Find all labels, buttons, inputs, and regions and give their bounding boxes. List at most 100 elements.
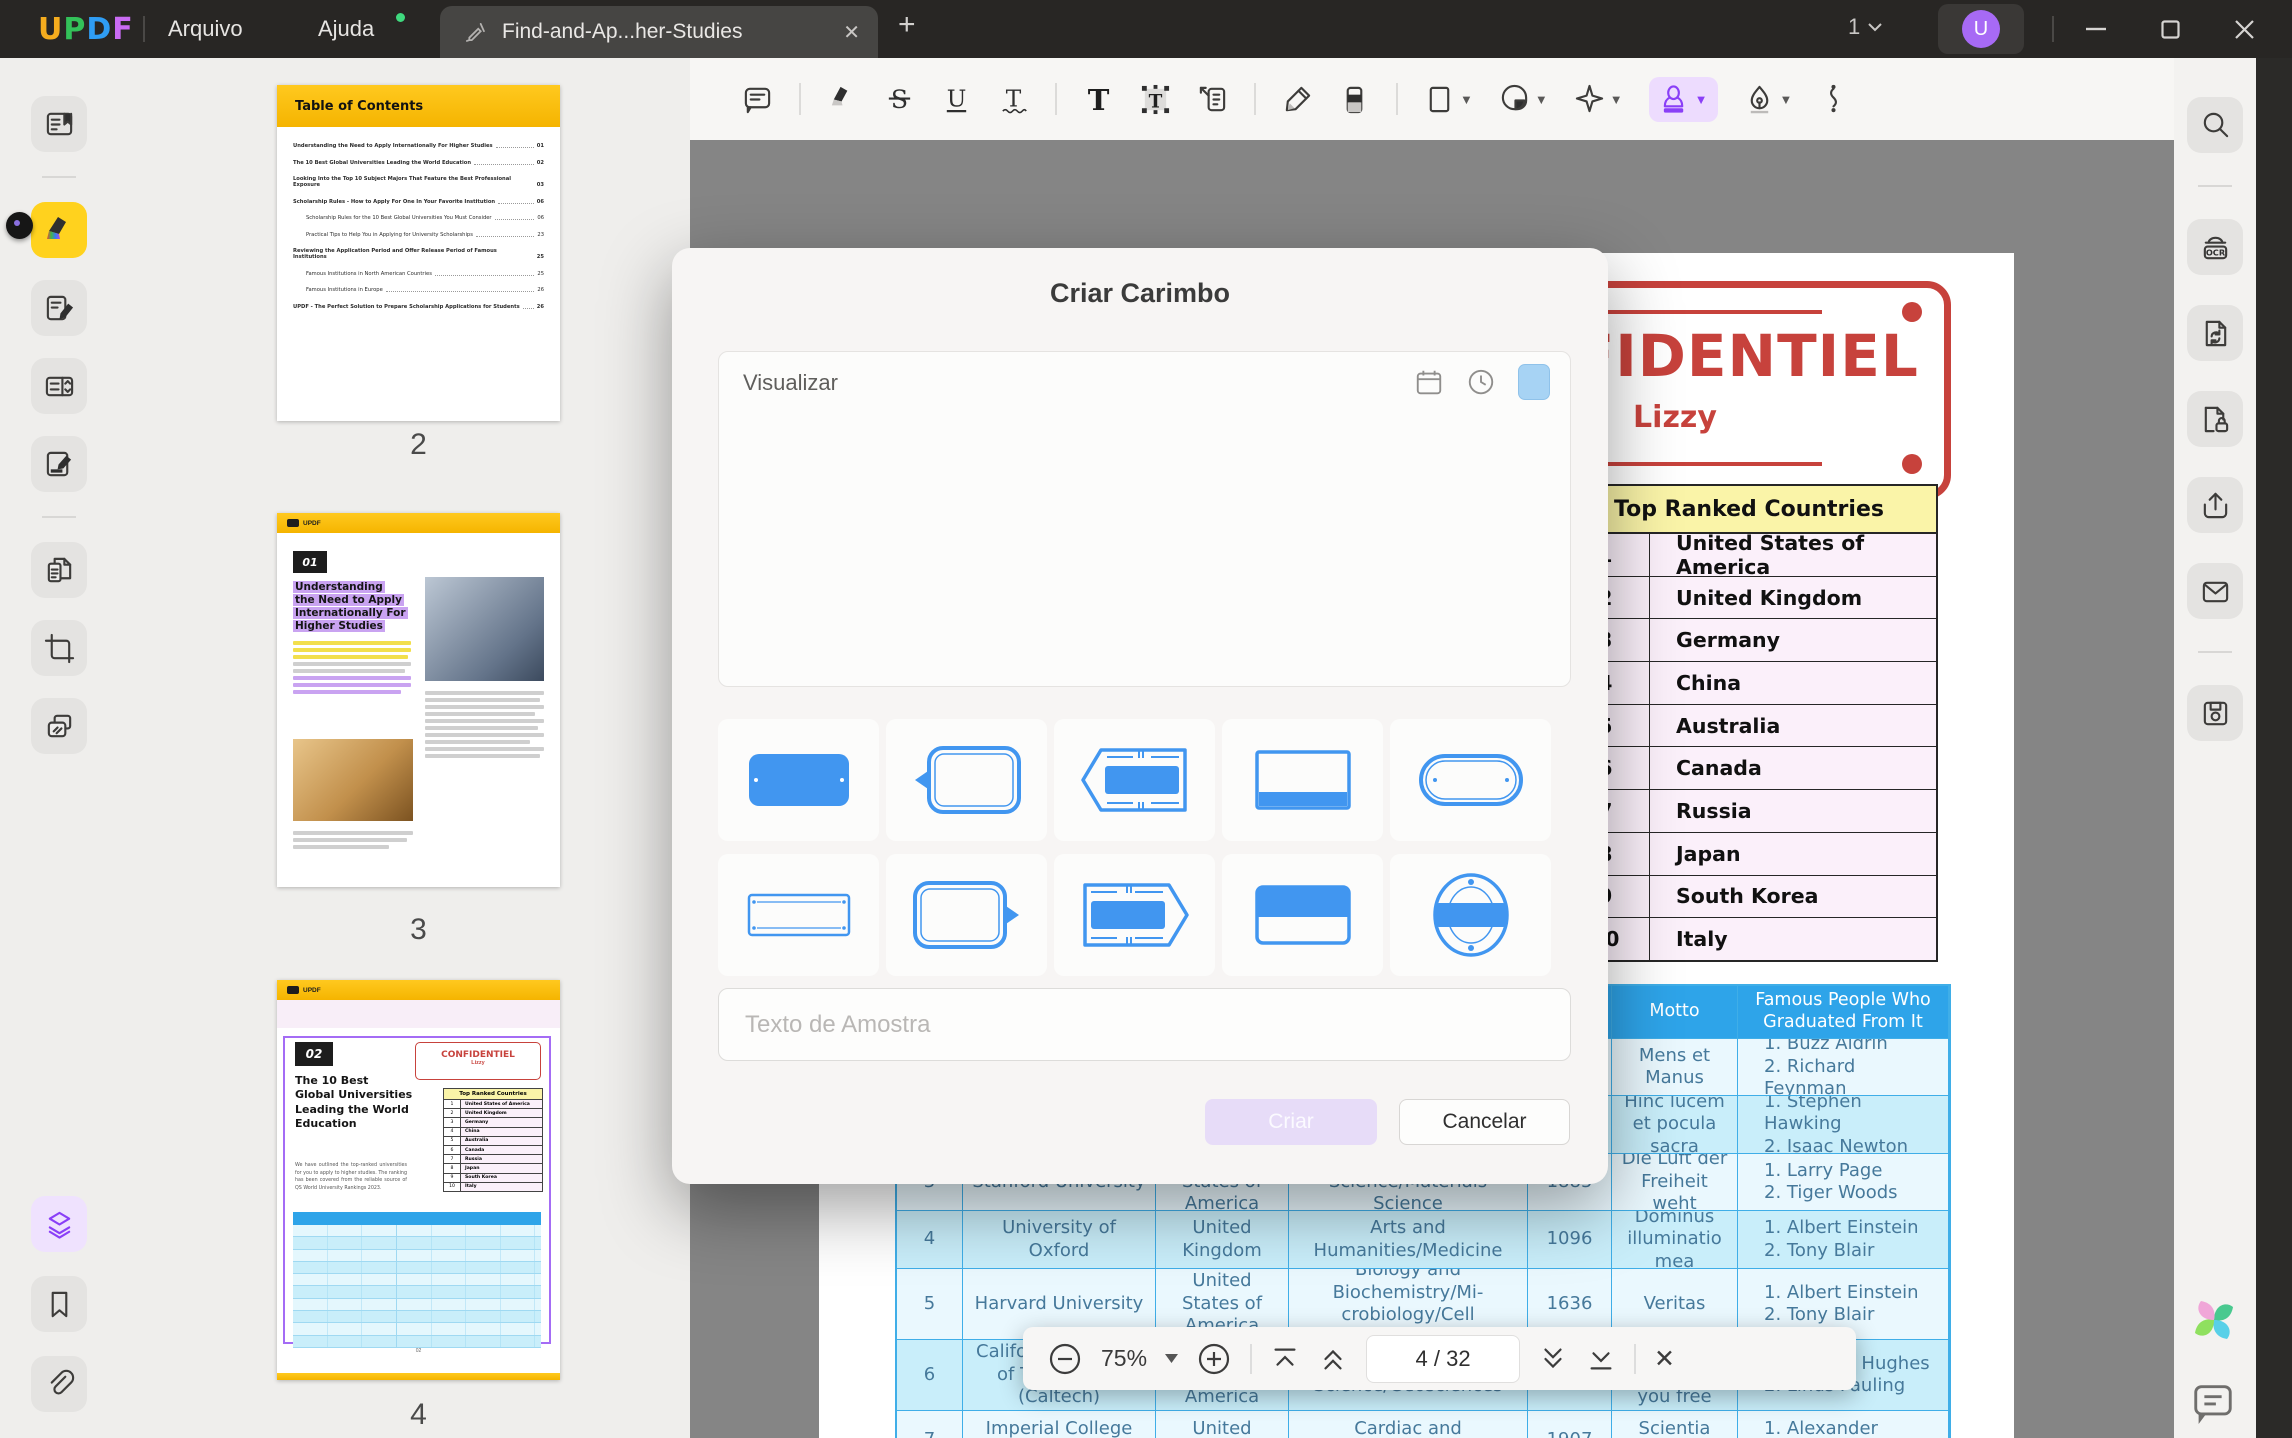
table-cell: 1. Stephen Hawking 2. Isaac Newton	[1738, 1096, 1949, 1154]
menu-arquivo[interactable]: Arquivo	[168, 0, 243, 58]
reader-mode[interactable]	[31, 96, 87, 152]
callout-tool[interactable]	[1197, 84, 1228, 115]
comment-tool[interactable]	[742, 84, 773, 115]
maximize-button[interactable]	[2142, 0, 2198, 58]
fill-sign-mode[interactable]	[31, 436, 87, 492]
tab-title: Find-and-Ap...her-Studies	[502, 20, 743, 43]
annotate-mode[interactable]	[31, 202, 87, 258]
stamp-shape-solid-rounded[interactable]	[718, 719, 879, 841]
stamp-shape-banner-left-filled[interactable]	[1054, 719, 1215, 841]
pencil-tool[interactable]	[1282, 84, 1313, 115]
ocr-mode[interactable]: OCR	[2187, 219, 2243, 275]
share-mode[interactable]	[2187, 477, 2243, 533]
layers-mode[interactable]	[31, 1196, 87, 1252]
stamp-shape-thin-outline[interactable]	[718, 854, 879, 976]
mail-mode[interactable]	[2187, 563, 2243, 619]
tab-close-icon[interactable]: ✕	[843, 20, 860, 45]
toc-title: Table of Contents	[277, 85, 560, 127]
new-tab-button[interactable]: +	[898, 8, 916, 42]
stamp-shape-banner-right-filled[interactable]	[1054, 854, 1215, 976]
thumbnail-page-3[interactable]: UPDF 01 Understanding the Need to Apply In…	[277, 513, 560, 887]
crop-mode[interactable]	[31, 620, 87, 676]
color-swatch[interactable]	[1518, 364, 1550, 400]
annotate-icon	[42, 213, 76, 247]
stamp-shape-stadium-outline[interactable]	[1390, 719, 1551, 841]
first-page-icon[interactable]	[1270, 1344, 1300, 1374]
sample-text-input[interactable]	[718, 988, 1571, 1061]
cancel-button[interactable]: Cancelar	[1399, 1099, 1570, 1145]
sticker-tool[interactable]: ▼	[1499, 84, 1548, 115]
last-page-icon[interactable]	[1586, 1344, 1616, 1374]
toc-entry: The 10 Best Global Universities Leading …	[293, 159, 544, 166]
preview-label: Visualizar	[743, 370, 838, 395]
svg-text:T: T	[1088, 84, 1110, 115]
close-button[interactable]	[2216, 0, 2272, 58]
zoom-out-icon[interactable]	[1047, 1341, 1083, 1377]
menu-ajuda[interactable]: Ajuda	[318, 0, 374, 58]
clock-icon[interactable]	[1466, 367, 1496, 397]
thumbnail-page-2[interactable]: Table of Contents Understanding the Need…	[277, 85, 560, 421]
strikethrough-tool[interactable]: S	[884, 84, 915, 115]
attachment-mode[interactable]	[31, 1356, 87, 1412]
table-cell: 6	[897, 1340, 963, 1411]
page-number-label: 2	[410, 428, 427, 461]
highlighter-tool[interactable]	[827, 84, 858, 115]
stamp-shape-arrow-left-outline[interactable]	[886, 719, 1047, 841]
form-mode[interactable]	[31, 358, 87, 414]
thumbnail-page-4-current[interactable]: UPDF 02 The 10 Best Global Universities Le…	[277, 980, 560, 1380]
updf-app-window: UPDF Arquivo Ajuda Find-and-Ap...her-Stu…	[0, 0, 2292, 1438]
stamp-shape-seal-ellipse[interactable]	[1390, 854, 1551, 976]
toc-entry: Scholarship Rules for the 10 Best Global…	[306, 215, 544, 221]
stamp-shape-top-band[interactable]	[1222, 854, 1383, 976]
signature-tool[interactable]: ▼	[1744, 84, 1792, 115]
zoom-level[interactable]: 75%	[1101, 1345, 1147, 1372]
ai-assistant-icon[interactable]	[2186, 1292, 2242, 1348]
pin-tool[interactable]: ▼	[1574, 84, 1623, 115]
table-cell: Arts and Humanities/Medicine	[1289, 1211, 1528, 1269]
stamp-shape-arrow-right-outline[interactable]	[886, 854, 1047, 976]
ocr-icon: OCR	[2200, 232, 2231, 263]
toc-entry: Famous Institutions in Europe 26	[306, 287, 544, 293]
calendar-icon[interactable]	[1414, 367, 1444, 397]
section-badge: 01	[293, 551, 327, 573]
organize-pages-mode[interactable]	[31, 542, 87, 598]
note-edit-mode[interactable]	[31, 280, 87, 336]
more-tools-tool[interactable]	[1818, 84, 1849, 115]
title-bar: UPDF Arquivo Ajuda Find-and-Ap...her-Stu…	[0, 0, 2292, 58]
eraser-tool[interactable]	[1339, 84, 1370, 115]
page-number-input[interactable]: 4 / 32	[1366, 1334, 1521, 1383]
table-cell: 1907	[1528, 1411, 1612, 1438]
convert-page-mode[interactable]	[2187, 305, 2243, 361]
document-tab[interactable]: Find-and-Ap...her-Studies ✕	[440, 6, 878, 58]
zoom-dropdown-icon[interactable]	[1165, 1354, 1179, 1363]
shapes-tool[interactable]: ▼	[1424, 84, 1473, 115]
slides-mode[interactable]	[31, 698, 87, 754]
bookmark-mode[interactable]	[31, 1276, 87, 1332]
save-mode[interactable]	[2187, 685, 2243, 741]
search-mode[interactable]	[2187, 97, 2243, 153]
close-bar-icon[interactable]: ✕	[1654, 1344, 1675, 1374]
create-button[interactable]: Criar	[1205, 1099, 1377, 1145]
underline-tool[interactable]: U	[941, 84, 972, 115]
section-badge: 02	[295, 1042, 333, 1066]
lock-page-mode[interactable]	[2187, 391, 2243, 447]
window-count-dropdown[interactable]: 1	[1848, 14, 1882, 40]
stamp-shape-bottom-band[interactable]	[1222, 719, 1383, 841]
account-button[interactable]: U	[1938, 4, 2024, 54]
titlebar-divider	[2052, 16, 2054, 42]
feedback-chat-icon[interactable]	[2190, 1378, 2236, 1424]
floating-handle[interactable]	[6, 212, 33, 239]
table-cell: University of Oxford	[963, 1211, 1156, 1269]
zoom-in-icon[interactable]	[1196, 1341, 1232, 1377]
table-cell: 1. Larry Page 2. Tiger Woods	[1738, 1154, 1949, 1211]
toolbar-divider	[1055, 83, 1057, 115]
next-page-icon[interactable]	[1538, 1344, 1568, 1374]
add-text-tool[interactable]: T	[1083, 84, 1114, 115]
table-cell: Cardiac and Cardiovascular Systems	[1289, 1411, 1528, 1438]
squiggly-underline-tool[interactable]: T	[998, 84, 1029, 115]
minimize-button[interactable]	[2068, 0, 2124, 58]
organize-pages-icon	[44, 555, 75, 586]
previous-page-icon[interactable]	[1318, 1344, 1348, 1374]
text-box-tool[interactable]: T	[1140, 84, 1171, 115]
stamp-tool[interactable]: ▼	[1648, 76, 1718, 122]
